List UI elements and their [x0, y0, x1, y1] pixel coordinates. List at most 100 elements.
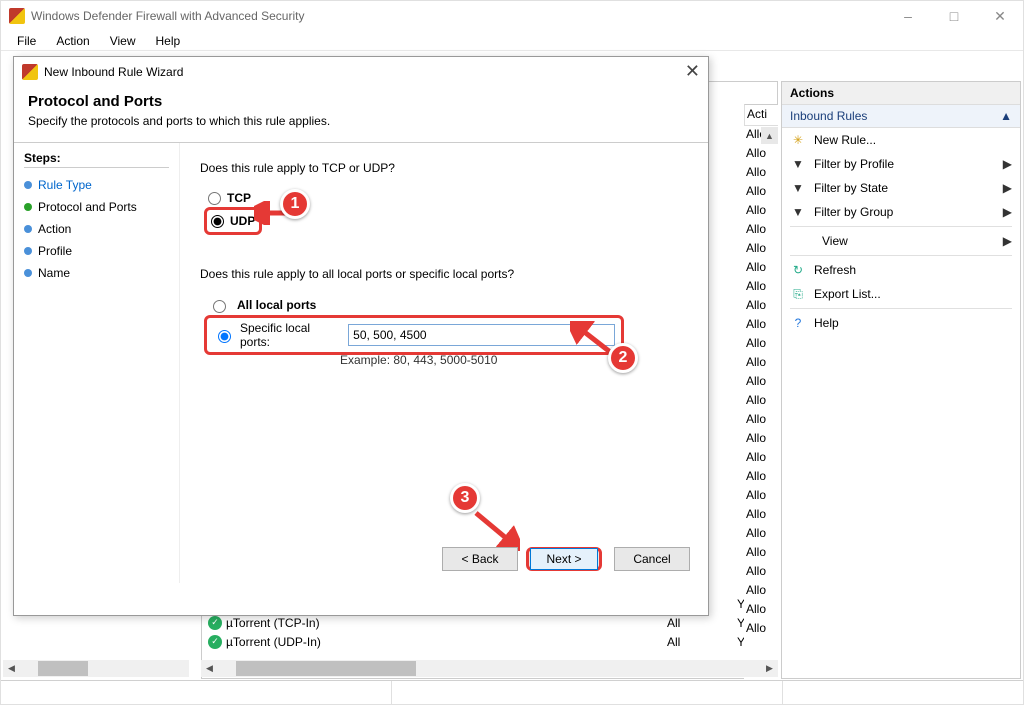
action-cell: Allo	[744, 278, 778, 297]
action-cell: Allo	[744, 240, 778, 259]
scroll-right-icon[interactable]: ▶	[761, 660, 778, 677]
actions-title: Actions	[782, 82, 1020, 105]
scroll-left-icon[interactable]: ◀	[3, 660, 20, 677]
titlebar: Windows Defender Firewall with Advanced …	[1, 1, 1023, 31]
rule-wizard-dialog: New Inbound Rule Wizard ✕ Protocol and P…	[13, 56, 709, 616]
cancel-button[interactable]: Cancel	[614, 547, 690, 571]
action-filter-group[interactable]: ▼Filter by Group▶	[782, 200, 1020, 224]
radio-udp-label: UDP	[230, 214, 255, 228]
action-filter-state[interactable]: ▼Filter by State▶	[782, 176, 1020, 200]
wizard-title: New Inbound Rule Wizard	[44, 65, 183, 79]
action-cell: Allo	[744, 430, 778, 449]
tree-hscrollbar[interactable]: ◀	[3, 660, 189, 677]
minimize-button[interactable]: –	[885, 1, 931, 31]
menubar: File Action View Help	[1, 31, 1023, 51]
action-cell: Allo	[744, 373, 778, 392]
chevron-right-icon: ▶	[1003, 205, 1012, 219]
action-label: Filter by State	[814, 181, 888, 195]
filter-icon: ▼	[790, 204, 806, 220]
action-column-strip: Acti ▲ AlloAlloAlloAlloAlloAlloAlloAlloA…	[744, 104, 778, 679]
action-view[interactable]: View ▶	[782, 229, 1020, 253]
wizard-content: Does this rule apply to TCP or UDP? TCP …	[180, 143, 708, 583]
separator	[790, 226, 1012, 227]
maximize-button[interactable]: □	[931, 1, 977, 31]
steps-label: Steps:	[24, 151, 169, 168]
action-label: Filter by Profile	[814, 157, 894, 171]
action-cell: Allo	[744, 582, 778, 601]
radio-udp[interactable]	[211, 215, 224, 228]
radio-specific-ports[interactable]	[218, 330, 231, 343]
action-export[interactable]: ⎘Export List...	[782, 282, 1020, 306]
radio-all-ports-row[interactable]: All local ports	[208, 295, 688, 315]
scroll-up-icon[interactable]: ▲	[761, 127, 778, 144]
window-controls: – □ ✕	[885, 1, 1023, 31]
help-icon: ?	[790, 315, 806, 331]
action-cell: Allo	[744, 620, 778, 639]
action-cell: Allo	[744, 601, 778, 620]
action-cell: Allo	[744, 392, 778, 411]
actions-subheader[interactable]: Inbound Rules ▲	[782, 105, 1020, 128]
wizard-header: Protocol and Ports Specify the protocols…	[14, 87, 708, 143]
actions-sub-label: Inbound Rules	[790, 109, 867, 123]
action-cell: Allo	[744, 354, 778, 373]
wizard-step: Protocol and Ports	[24, 196, 169, 218]
wizard-step[interactable]: Rule Type	[24, 174, 169, 196]
action-cell: Allo	[744, 544, 778, 563]
step-dot-icon	[24, 269, 32, 277]
radio-tcp[interactable]	[208, 192, 221, 205]
separator	[790, 255, 1012, 256]
step-label: Rule Type	[38, 178, 92, 192]
body-area: ✓ uPNP Router Control Port Public Yes ✓ …	[1, 52, 1023, 679]
question-ports: Does this rule apply to all local ports …	[200, 267, 688, 281]
action-label: View	[822, 234, 848, 248]
table-row[interactable]: ✓ µTorrent (UDP-In) All Yes	[202, 632, 777, 651]
scroll-thumb[interactable]	[236, 661, 416, 676]
wizard-steps: Steps: Rule TypeProtocol and PortsAction…	[14, 143, 180, 583]
rule-profile: All	[667, 635, 737, 649]
action-cell: Allo	[744, 145, 778, 164]
radio-all-ports[interactable]	[213, 300, 226, 313]
menu-help[interactable]: Help	[148, 32, 189, 50]
sparkle-icon: ✳	[790, 132, 806, 148]
menu-file[interactable]: File	[9, 32, 44, 50]
rule-name: µTorrent (TCP-In)	[226, 616, 667, 630]
window-title: Windows Defender Firewall with Advanced …	[31, 9, 304, 23]
status-bar	[1, 680, 1023, 704]
filter-icon: ▼	[790, 156, 806, 172]
next-button[interactable]: Next >	[530, 548, 598, 570]
wizard-page-desc: Specify the protocols and ports to which…	[28, 114, 694, 128]
wizard-page-title: Protocol and Ports	[28, 93, 694, 110]
radio-tcp-label: TCP	[227, 191, 251, 205]
action-cell: Allo	[744, 468, 778, 487]
action-new-rule[interactable]: ✳New Rule...	[782, 128, 1020, 152]
radio-all-ports-label: All local ports	[237, 298, 316, 312]
collapse-icon: ▲	[1000, 109, 1012, 123]
action-cell: Allo	[744, 449, 778, 468]
firewall-icon	[9, 8, 25, 24]
wizard-body: Steps: Rule TypeProtocol and PortsAction…	[14, 143, 708, 583]
action-help[interactable]: ?Help	[782, 311, 1020, 335]
question-protocol: Does this rule apply to TCP or UDP?	[200, 161, 688, 175]
close-button[interactable]: ✕	[977, 1, 1023, 31]
step-label: Protocol and Ports	[38, 200, 137, 214]
action-label: Refresh	[814, 263, 856, 277]
scroll-left-icon[interactable]: ◀	[201, 660, 218, 677]
radio-udp-row[interactable]: UDP	[211, 212, 255, 230]
chevron-right-icon: ▶	[1003, 234, 1012, 248]
chevron-right-icon: ▶	[1003, 157, 1012, 171]
annotation-badge-1: 1	[280, 189, 310, 219]
back-button[interactable]: < Back	[442, 547, 518, 571]
action-cell: Allo	[744, 525, 778, 544]
wizard-close-button[interactable]: ✕	[685, 61, 700, 82]
action-cell: Allo	[744, 506, 778, 525]
menu-view[interactable]: View	[102, 32, 144, 50]
list-hscrollbar[interactable]: ◀ ▶	[201, 660, 778, 677]
menu-action[interactable]: Action	[48, 32, 97, 50]
scroll-thumb[interactable]	[38, 661, 88, 676]
action-filter-profile[interactable]: ▼ Filter by Profile ▶	[782, 152, 1020, 176]
action-refresh[interactable]: ↻Refresh	[782, 258, 1020, 282]
action-cell: Allo	[744, 164, 778, 183]
action-column-header[interactable]: Acti	[744, 104, 778, 126]
filter-icon: ▼	[790, 180, 806, 196]
wizard-step: Name	[24, 262, 169, 284]
